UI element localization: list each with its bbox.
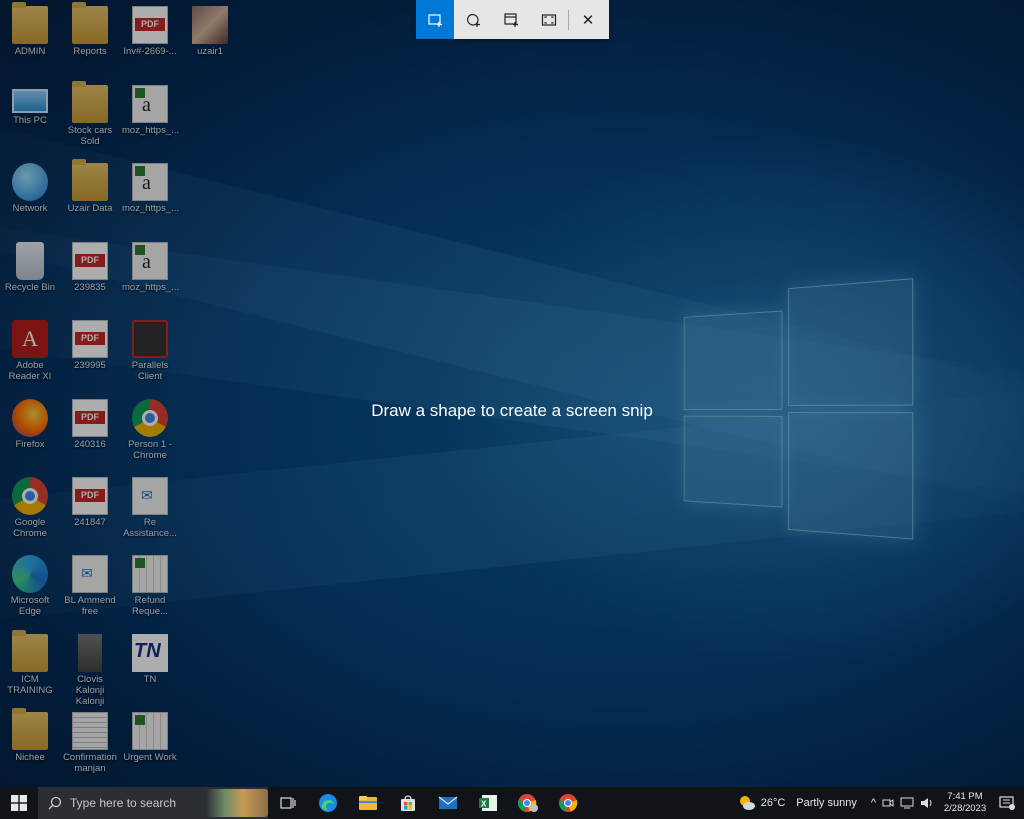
window-snip-button[interactable] — [492, 0, 530, 39]
start-button[interactable] — [0, 787, 38, 819]
rectangle-snip-icon — [427, 12, 443, 28]
snip-instruction-text: Draw a shape to create a screen snip — [371, 401, 653, 420]
fullscreen-snip-button[interactable] — [530, 0, 568, 39]
taskbar-edge[interactable] — [308, 787, 348, 819]
search-highlight-image — [206, 789, 268, 817]
freeform-snip-icon — [465, 12, 481, 28]
tray-icons: ^ — [865, 797, 940, 809]
window-snip-icon — [503, 12, 519, 28]
edge-icon — [318, 793, 338, 813]
snip-instruction: Draw a shape to create a screen snip — [0, 401, 1024, 421]
clock-time: 7:41 PM — [940, 791, 990, 803]
taskbar-excel[interactable]: X — [468, 787, 508, 819]
taskbar: Type here to search X 26°C Partly sunny … — [0, 787, 1024, 819]
meet-now-icon[interactable] — [882, 797, 894, 809]
system-tray: 26°C Partly sunny ^ 7:41 PM 2/28/2023 — [730, 787, 1024, 819]
action-center-button[interactable] — [990, 787, 1024, 819]
freeform-snip-button[interactable] — [454, 0, 492, 39]
snip-overlay[interactable] — [0, 0, 1024, 787]
search-icon — [48, 796, 62, 810]
store-icon — [399, 794, 417, 812]
file-explorer-icon — [358, 795, 378, 811]
notification-icon — [999, 796, 1015, 810]
taskbar-store[interactable] — [388, 787, 428, 819]
taskbar-chrome[interactable] — [548, 787, 588, 819]
chrome-profile-icon — [517, 793, 539, 813]
taskbar-search-box[interactable]: Type here to search — [38, 787, 268, 819]
taskbar-clock[interactable]: 7:41 PM 2/28/2023 — [940, 791, 990, 815]
task-view-button[interactable] — [268, 787, 308, 819]
chrome-icon — [558, 793, 578, 813]
snip-toolbar: ✕ — [416, 0, 609, 39]
taskbar-file-explorer[interactable] — [348, 787, 388, 819]
volume-icon[interactable] — [920, 797, 934, 809]
mail-icon — [438, 796, 458, 810]
taskbar-mail[interactable] — [428, 787, 468, 819]
rectangular-snip-button[interactable] — [416, 0, 454, 39]
svg-text:X: X — [481, 800, 487, 809]
show-hidden-icons-chevron-icon[interactable]: ^ — [871, 797, 876, 809]
partly-sunny-icon — [738, 795, 756, 811]
close-snip-button[interactable]: ✕ — [569, 0, 607, 39]
weather-description: Partly sunny — [796, 797, 857, 809]
weather-temperature: 26°C — [761, 797, 786, 809]
close-icon: ✕ — [582, 11, 595, 29]
taskbar-chrome-profile[interactable] — [508, 787, 548, 819]
windows-start-icon — [11, 795, 27, 811]
clock-date: 2/28/2023 — [940, 803, 990, 815]
fullscreen-snip-icon — [541, 12, 557, 28]
weather-widget[interactable]: 26°C Partly sunny — [730, 795, 865, 811]
task-view-icon — [280, 796, 296, 810]
excel-icon: X — [478, 794, 498, 812]
search-placeholder: Type here to search — [70, 796, 176, 810]
network-icon[interactable] — [900, 797, 914, 809]
